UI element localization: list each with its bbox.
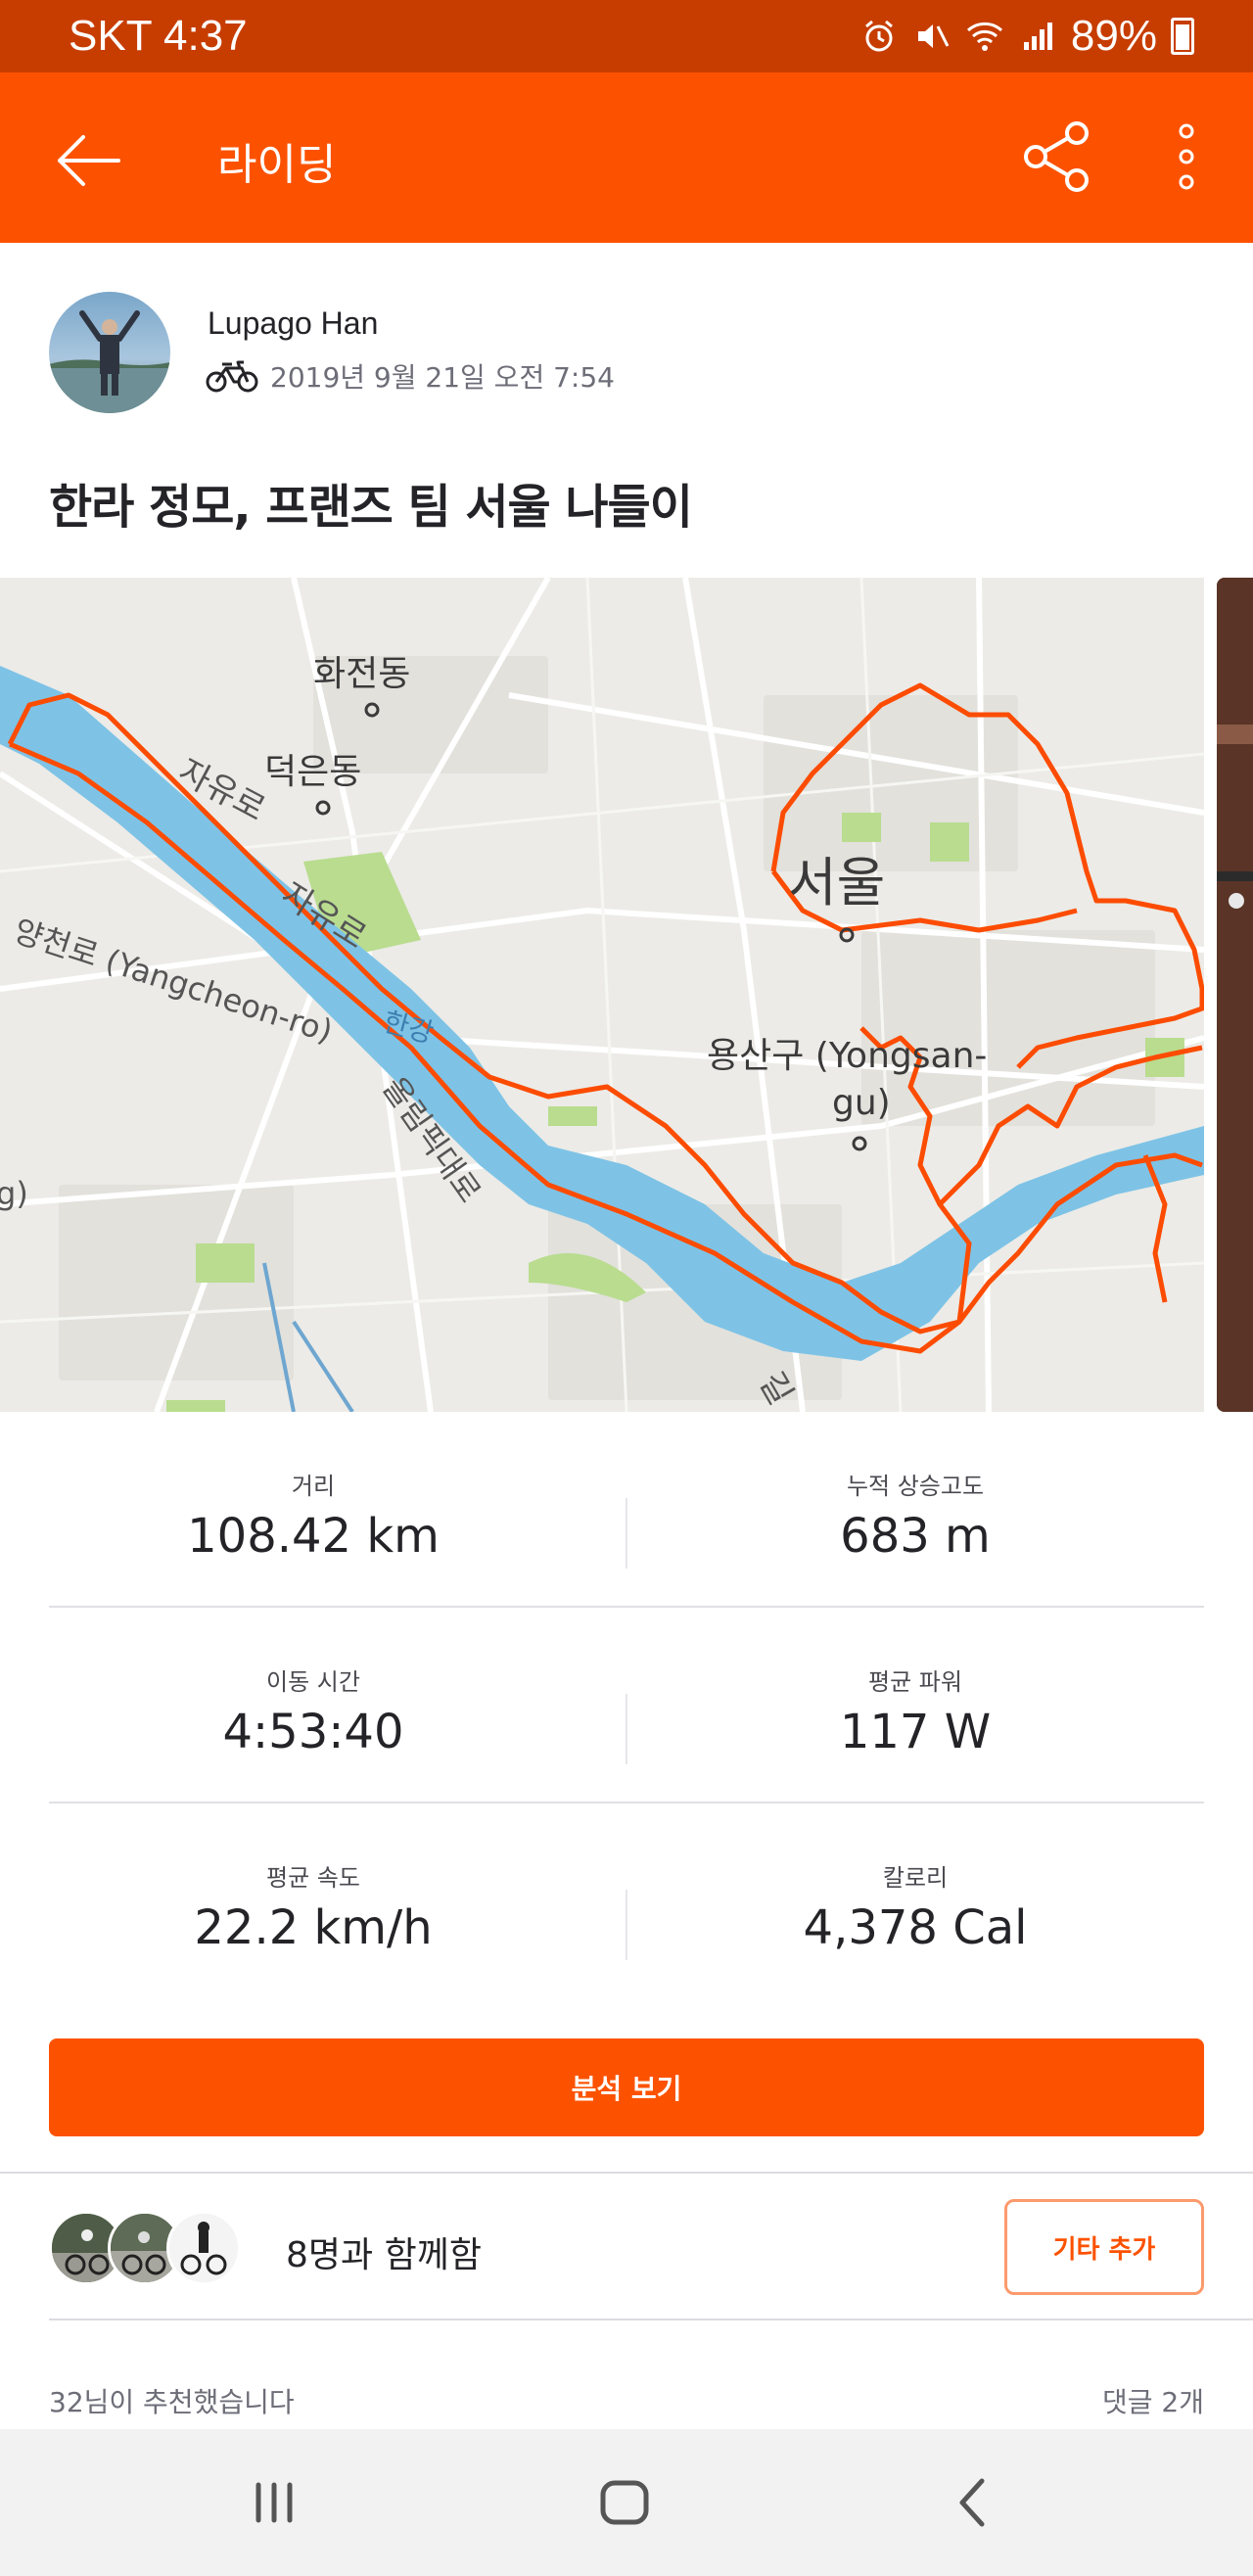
status-right: 89% xyxy=(859,12,1194,61)
stat-value: 4,378 Cal xyxy=(803,1900,1028,1955)
map-label-hwajeon: 화전동 xyxy=(313,654,410,694)
nav-back-button[interactable] xyxy=(925,2459,1023,2547)
more-options-button[interactable] xyxy=(1155,116,1218,198)
kudos-count[interactable]: 32님이 추천했습니다 xyxy=(49,2381,295,2420)
athlete-avatar[interactable] xyxy=(49,292,170,413)
mute-icon xyxy=(912,17,951,56)
app-bar: 라이딩 xyxy=(0,72,1253,243)
group-ride-text[interactable]: 8명과 함께함 xyxy=(286,2226,482,2277)
stat-moving-time: 이동 시간 4:53:40 xyxy=(49,1608,578,1803)
alarm-icon xyxy=(859,17,899,56)
status-bar: SKT 4:37 89% xyxy=(0,0,1253,72)
route-map[interactable]: 화전동 덕은동 자유로 자유로 양천로 (Yangcheon-ro) 한강 올림… xyxy=(0,578,1204,1412)
home-icon xyxy=(600,2480,649,2525)
map-label-edge: g) xyxy=(0,1175,28,1212)
back-icon xyxy=(959,2478,985,2527)
divider xyxy=(49,2318,1253,2320)
home-button[interactable] xyxy=(576,2459,673,2547)
stat-value: 22.2 km/h xyxy=(194,1900,433,1955)
map-label-deogeun: 덕은동 xyxy=(264,752,361,792)
stat-label: 거리 xyxy=(291,1473,336,1500)
share-button[interactable] xyxy=(1016,116,1098,198)
stat-value: 683 m xyxy=(840,1509,991,1564)
stat-avg-power: 평균 파워 117 W xyxy=(626,1608,1204,1803)
map-canvas: 화전동 덕은동 자유로 자유로 양천로 (Yangcheon-ro) 한강 올림… xyxy=(0,578,1204,1412)
athlete-name[interactable]: Lupago Han xyxy=(208,305,378,342)
map-label-seoul: 서울 xyxy=(788,852,885,913)
signal-icon xyxy=(1018,17,1057,56)
stat-value: 117 W xyxy=(839,1705,992,1759)
stat-label: 누적 상승고도 xyxy=(846,1473,985,1500)
stats-row: 이동 시간 4:53:40 평균 파워 117 W xyxy=(49,1608,1204,1803)
stat-distance: 거리 108.42 km xyxy=(49,1412,578,1608)
activity-date: 2019년 9월 21일 오전 7:54 xyxy=(270,361,615,394)
map-label-yongsan-1: 용산구 (Yongsan- xyxy=(707,1036,987,1076)
stat-value: 4:53:40 xyxy=(222,1705,404,1759)
carrier-time: SKT 4:37 xyxy=(69,12,248,60)
stat-label: 평균 파워 xyxy=(868,1668,962,1696)
map-label-yongsan-2: gu) xyxy=(832,1083,891,1123)
activity-title[interactable]: 한라 정모, 프랜즈 팀 서울 나들이 xyxy=(49,468,693,537)
status-left: SKT 4:37 xyxy=(69,12,248,61)
share-icon xyxy=(1024,121,1089,192)
comments-count[interactable]: 댓글 2개 xyxy=(1102,2381,1204,2420)
recents-button[interactable] xyxy=(225,2459,323,2547)
bicycle-icon xyxy=(206,360,258,393)
stat-value: 108.42 km xyxy=(187,1509,440,1564)
system-nav-bar xyxy=(0,2429,1253,2576)
stat-label: 평균 속도 xyxy=(266,1864,360,1892)
activity-meta: 2019년 9월 21일 오전 7:54 xyxy=(206,356,615,396)
back-button[interactable] xyxy=(49,121,127,200)
avatar xyxy=(166,2211,241,2285)
wifi-icon xyxy=(965,17,1004,56)
divider xyxy=(0,2172,1253,2174)
group-avatars[interactable] xyxy=(49,2211,255,2285)
stat-label: 칼로리 xyxy=(882,1864,949,1892)
stat-elevation: 누적 상승고도 683 m xyxy=(626,1412,1204,1608)
battery-icon xyxy=(1171,18,1194,55)
stat-avg-speed: 평균 속도 22.2 km/h xyxy=(49,1803,578,1999)
battery-percent: 89% xyxy=(1070,12,1157,60)
stats-row: 평균 속도 22.2 km/h 칼로리 4,378 Cal xyxy=(49,1803,1204,1999)
photo-carousel-peek[interactable] xyxy=(1217,578,1253,1412)
recents-icon xyxy=(255,2482,293,2523)
stats-grid: 거리 108.42 km 누적 상승고도 683 m 이동 시간 4:53:40… xyxy=(49,1412,1204,1999)
stat-label: 이동 시간 xyxy=(266,1668,360,1696)
more-vertical-icon xyxy=(1179,123,1194,190)
stats-row: 거리 108.42 km 누적 상승고도 683 m xyxy=(49,1412,1204,1608)
page-title: 라이딩 xyxy=(217,140,337,190)
stat-calories: 칼로리 4,378 Cal xyxy=(626,1803,1204,1999)
view-analysis-button[interactable]: 분석 보기 xyxy=(49,2038,1204,2136)
back-arrow-icon xyxy=(58,135,120,186)
add-others-button[interactable]: 기타 추가 xyxy=(1004,2199,1204,2295)
